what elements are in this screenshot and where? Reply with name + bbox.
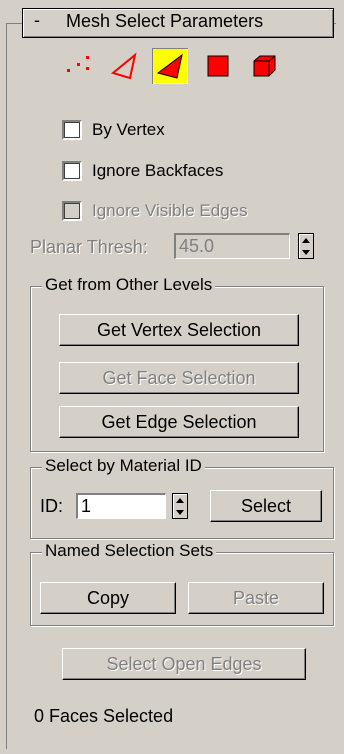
selection-status: 0 Faces Selected	[34, 706, 174, 726]
spinner-up-icon	[176, 497, 184, 503]
material-id-field[interactable]: 1	[76, 493, 166, 519]
face-icon[interactable]	[152, 48, 188, 84]
planar-thresh-field: 45.0	[174, 233, 290, 259]
polygon-icon[interactable]	[200, 48, 236, 84]
planar-thresh-label: Planar Thresh:	[30, 237, 148, 257]
select-open-edges-button: Select Open Edges	[62, 648, 306, 680]
edge-icon[interactable]	[106, 48, 142, 84]
spinner-down-icon	[302, 249, 310, 255]
ignore-visible-edges-label: Ignore Visible Edges	[92, 201, 248, 220]
by-vertex-label: By Vertex	[92, 120, 165, 139]
ignore-visible-edges-checkbox	[62, 201, 82, 221]
material-id-spinner[interactable]	[172, 493, 188, 519]
spinner-up-icon	[302, 237, 310, 243]
rollout-title[interactable]: Mesh Select Parameters	[66, 11, 263, 32]
element-icon[interactable]	[246, 48, 282, 84]
by-vertex-option[interactable]: By Vertex	[62, 120, 165, 140]
select-button[interactable]: Select	[210, 490, 322, 522]
ignore-visible-edges-option: Ignore Visible Edges	[62, 201, 248, 221]
ignore-backfaces-checkbox[interactable]	[62, 161, 82, 181]
get-from-other-levels-title: Get from Other Levels	[42, 275, 216, 295]
ignore-backfaces-label: Ignore Backfaces	[92, 161, 224, 180]
by-vertex-checkbox[interactable]	[62, 120, 82, 140]
planar-thresh-spinner[interactable]	[298, 233, 314, 259]
rollout-collapse-toggle[interactable]: -	[34, 10, 40, 31]
get-edge-selection-button[interactable]: Get Edge Selection	[59, 406, 299, 438]
copy-button[interactable]: Copy	[40, 582, 176, 614]
vertex-icon[interactable]	[60, 48, 96, 84]
material-id-label: ID:	[40, 496, 64, 516]
paste-button: Paste	[188, 582, 324, 614]
named-selection-sets-title: Named Selection Sets	[42, 541, 217, 561]
select-by-material-title: Select by Material ID	[42, 456, 205, 476]
get-face-selection-button: Get Face Selection	[59, 362, 299, 394]
spinner-down-icon	[176, 509, 184, 515]
ignore-backfaces-option[interactable]: Ignore Backfaces	[62, 161, 223, 181]
get-vertex-selection-button[interactable]: Get Vertex Selection	[59, 314, 299, 346]
